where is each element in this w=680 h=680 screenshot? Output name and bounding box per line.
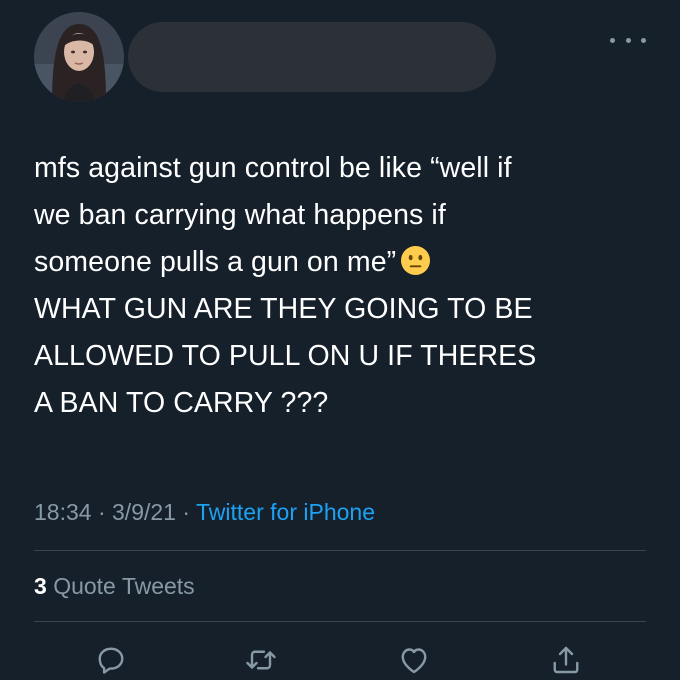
neutral-face-emoji-icon [401,245,431,276]
like-icon [401,648,427,674]
tweet-source-link[interactable]: Twitter for iPhone [196,499,375,525]
tweet-line-6: A BAN TO CARRY ??? [34,387,329,419]
more-dot [625,37,631,43]
tweet-actions [0,636,680,680]
meta-separator: · [182,499,191,525]
tweet-line-3: someone pulls a gun on me” [34,246,397,278]
tweet-line-4: WHAT GUN ARE THEY GOING TO BE [34,293,533,325]
quote-label: Quote Tweets [53,573,195,599]
more-dot [641,37,646,43]
more-dot [610,37,615,43]
avatar[interactable] [34,12,124,102]
share-icon [553,646,579,674]
divider [34,550,646,551]
tweet-text: mfs against gun control be like “well if… [34,145,654,427]
avatar-image [34,12,124,102]
reply-button[interactable] [93,642,129,678]
tweet-line-1: mfs against gun control be like “well if [34,152,512,184]
more-icon[interactable] [610,30,646,50]
tweet-meta: 18:34 · 3/9/21 · Twitter for iPhone [34,499,375,526]
quote-tweets-link[interactable]: 3 Quote Tweets [34,573,195,600]
share-button[interactable] [548,642,584,678]
reply-icon [98,647,124,674]
tweet-line-2: we ban carrying what happens if [34,199,446,231]
tweet-line-5: ALLOWED TO PULL ON U IF THERES [34,340,537,372]
like-button[interactable] [396,642,432,678]
retweet-button[interactable] [243,642,279,678]
quote-count: 3 [34,573,47,599]
redacted-username [128,22,496,92]
meta-separator: · [97,499,106,525]
tweet-time: 18:34 [34,499,92,525]
retweet-icon [246,650,276,670]
tweet-date: 3/9/21 [112,499,176,525]
divider [34,621,646,622]
tweet-header [0,0,680,110]
